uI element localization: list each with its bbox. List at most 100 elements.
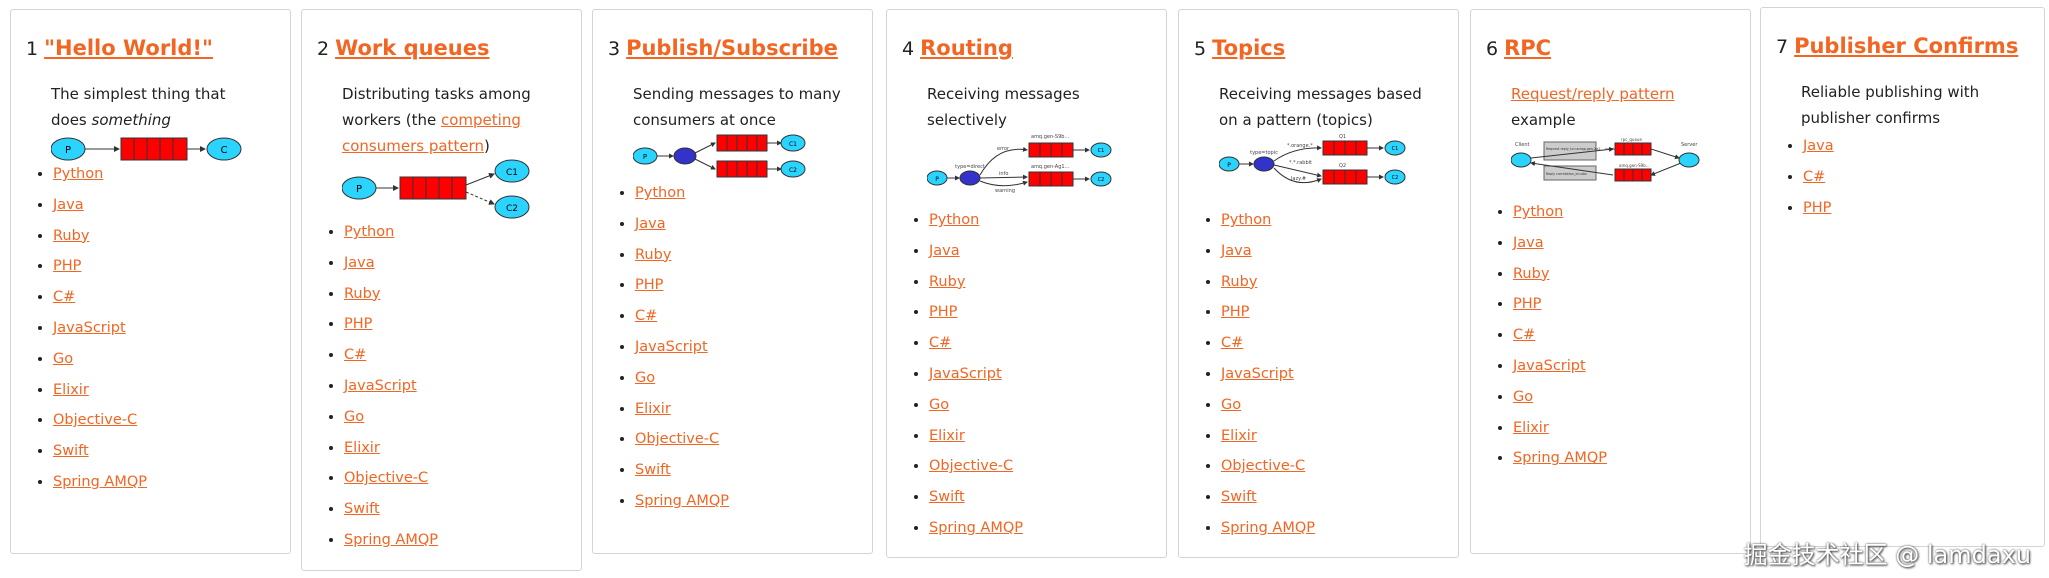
- language-link[interactable]: Objective-C: [344, 470, 428, 486]
- language-link[interactable]: Go: [53, 351, 73, 367]
- language-link[interactable]: Elixir: [635, 401, 671, 417]
- language-link[interactable]: Elixir: [53, 382, 89, 398]
- language-link[interactable]: Elixir: [1221, 428, 1257, 444]
- language-link[interactable]: PHP: [1803, 200, 1831, 216]
- routing-diagram: P type=direct error info warning amq.gen…: [927, 134, 1112, 194]
- language-link[interactable]: JavaScript: [1221, 366, 1294, 382]
- language-list: Java C# PHP: [1783, 134, 1834, 226]
- language-link[interactable]: Objective-C: [53, 412, 137, 428]
- routing-key-lazy: lazy.#: [1291, 176, 1306, 182]
- language-link[interactable]: Spring AMQP: [53, 474, 147, 490]
- language-link[interactable]: Objective-C: [929, 458, 1013, 474]
- language-link[interactable]: Ruby: [344, 286, 380, 302]
- request-reply-link[interactable]: Request/reply pattern: [1511, 85, 1675, 103]
- tutorial-title-link[interactable]: Work queues: [335, 36, 489, 60]
- language-link[interactable]: PHP: [1221, 304, 1249, 320]
- language-link[interactable]: Go: [1221, 397, 1241, 413]
- tutorial-title-link[interactable]: "Hello World!": [44, 36, 213, 60]
- language-link[interactable]: JavaScript: [635, 339, 708, 355]
- language-link[interactable]: JavaScript: [929, 366, 1002, 382]
- rpc-diagram: Client Request reply_to=amqp.gen-Xa2... …: [1511, 138, 1700, 182]
- language-link[interactable]: Ruby: [1221, 274, 1257, 290]
- language-link[interactable]: Swift: [344, 501, 380, 517]
- language-link[interactable]: Python: [1513, 204, 1563, 220]
- tutorial-card-1: 1 "Hello World!" The simplest thing that …: [10, 9, 291, 554]
- language-link[interactable]: C#: [344, 347, 366, 363]
- language-link[interactable]: Swift: [929, 489, 965, 505]
- producer-label: P: [65, 145, 71, 156]
- language-link[interactable]: Go: [635, 370, 655, 386]
- language-link[interactable]: Go: [1513, 389, 1533, 405]
- list-item: Spring AMQP: [344, 528, 438, 559]
- list-item: Python: [53, 162, 147, 193]
- queue-icon: [1322, 169, 1368, 185]
- list-item: Go: [1221, 393, 1315, 424]
- list-item: PHP: [1221, 300, 1315, 331]
- language-link[interactable]: Java: [53, 197, 84, 213]
- language-link[interactable]: PHP: [53, 258, 81, 274]
- language-link[interactable]: Objective-C: [1221, 458, 1305, 474]
- language-link[interactable]: JavaScript: [53, 320, 126, 336]
- language-link[interactable]: Swift: [1221, 489, 1257, 505]
- language-link[interactable]: Java: [929, 243, 960, 259]
- list-item: Elixir: [929, 424, 1023, 455]
- language-link[interactable]: Elixir: [1513, 420, 1549, 436]
- language-link[interactable]: JavaScript: [1513, 358, 1586, 374]
- list-item: Ruby: [53, 224, 147, 255]
- language-link[interactable]: Python: [344, 224, 394, 240]
- language-link[interactable]: Spring AMQP: [635, 493, 729, 509]
- language-link[interactable]: Elixir: [344, 440, 380, 456]
- tutorial-heading: 1 "Hello World!": [26, 36, 213, 60]
- language-link[interactable]: Java: [1803, 138, 1834, 154]
- language-link[interactable]: C#: [1803, 169, 1825, 185]
- language-link[interactable]: C#: [1513, 327, 1535, 343]
- language-link[interactable]: Go: [344, 409, 364, 425]
- language-link[interactable]: Spring AMQP: [1513, 450, 1607, 466]
- list-item: JavaScript: [53, 316, 147, 347]
- tutorial-title-link[interactable]: Routing: [920, 36, 1013, 60]
- language-link[interactable]: Spring AMQP: [929, 520, 1023, 536]
- language-link[interactable]: Ruby: [929, 274, 965, 290]
- language-link[interactable]: C#: [929, 335, 951, 351]
- language-link[interactable]: PHP: [929, 304, 957, 320]
- tutorial-title-link[interactable]: Topics: [1212, 36, 1285, 60]
- queue-icon: [1322, 140, 1368, 156]
- language-link[interactable]: Python: [53, 166, 103, 182]
- language-link[interactable]: PHP: [635, 277, 663, 293]
- tutorial-title-link[interactable]: Publisher Confirms: [1794, 34, 2018, 58]
- consumer-label: C: [221, 145, 228, 156]
- language-link[interactable]: Python: [929, 212, 979, 228]
- language-link[interactable]: Go: [929, 397, 949, 413]
- work-queues-diagram: P C1 C2: [342, 159, 530, 219]
- language-link[interactable]: Swift: [53, 443, 89, 459]
- language-link[interactable]: PHP: [1513, 296, 1541, 312]
- language-link[interactable]: Spring AMQP: [344, 532, 438, 548]
- tutorial-heading: 2 Work queues: [317, 36, 490, 60]
- language-link[interactable]: Java: [635, 216, 666, 232]
- tutorial-title-link[interactable]: Publish/Subscribe: [626, 36, 838, 60]
- list-item: JavaScript: [1513, 354, 1607, 385]
- language-link[interactable]: C#: [1221, 335, 1243, 351]
- language-link[interactable]: Ruby: [635, 247, 671, 263]
- language-link[interactable]: Python: [1221, 212, 1271, 228]
- language-link[interactable]: Java: [344, 255, 375, 271]
- language-link[interactable]: Swift: [635, 462, 671, 478]
- list-item: Go: [344, 405, 438, 436]
- language-link[interactable]: Objective-C: [635, 431, 719, 447]
- language-link[interactable]: Elixir: [929, 428, 965, 444]
- tutorial-number: 2: [317, 38, 330, 60]
- language-link[interactable]: Ruby: [1513, 266, 1549, 282]
- language-link[interactable]: C#: [53, 289, 75, 305]
- list-item: C#: [929, 331, 1023, 362]
- language-link[interactable]: Java: [1513, 235, 1544, 251]
- language-link[interactable]: Spring AMQP: [1221, 520, 1315, 536]
- tutorial-title-link[interactable]: RPC: [1504, 36, 1551, 60]
- list-item: Go: [1513, 385, 1607, 416]
- language-link[interactable]: Ruby: [53, 228, 89, 244]
- language-link[interactable]: JavaScript: [344, 378, 417, 394]
- language-link[interactable]: C#: [635, 308, 657, 324]
- language-link[interactable]: PHP: [344, 316, 372, 332]
- language-link[interactable]: Java: [1221, 243, 1252, 259]
- exchange-node: [1253, 156, 1275, 172]
- language-link[interactable]: Python: [635, 185, 685, 201]
